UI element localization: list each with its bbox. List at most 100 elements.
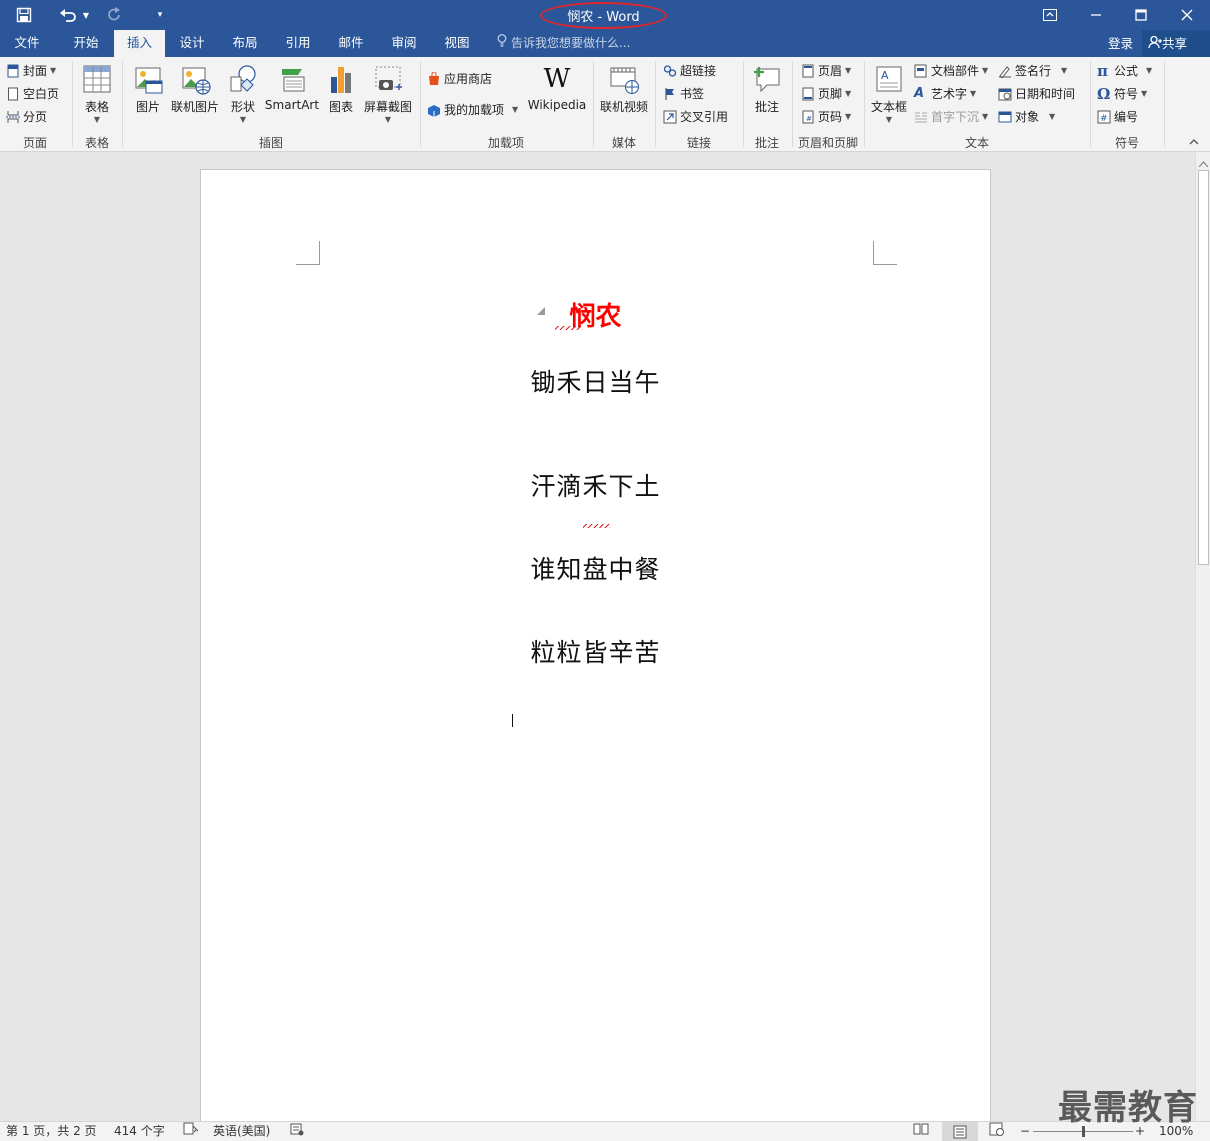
symbol-button[interactable]: Ω 符号 ▼: [1097, 84, 1147, 104]
page-count[interactable]: 第 1 页，共 2 页: [6, 1122, 97, 1141]
online-video-button[interactable]: 联机视频: [598, 63, 650, 115]
group-label-text: 文本: [964, 136, 989, 150]
read-mode-icon[interactable]: [913, 1122, 929, 1141]
page-number-button[interactable]: # 页码 ▼: [801, 107, 851, 127]
online-picture-icon: [179, 63, 211, 95]
undo-icon[interactable]: [55, 0, 81, 30]
cover-page-button[interactable]: 封面 ▼: [6, 61, 56, 81]
textbox-icon: A: [873, 63, 905, 95]
number-button[interactable]: # 编号: [1097, 107, 1138, 127]
comment-icon: [751, 63, 783, 95]
group-label-illustrations: 插图: [258, 136, 283, 150]
redo-icon[interactable]: [103, 0, 127, 30]
document-page[interactable]: 悯农 锄禾日当午 汗滴禾下土 谁知盘中餐 粒粒皆辛苦: [200, 169, 991, 1121]
share-button[interactable]: 共享: [1142, 30, 1210, 57]
ribbon-tab-bar: 文件 开始 插入 设计 布局 引用 邮件 审阅 视图 告诉我您想要做什么... …: [0, 30, 1210, 57]
macro-record-icon[interactable]: [290, 1122, 304, 1141]
footer-icon: [801, 87, 815, 101]
page-break-button[interactable]: 分页: [6, 107, 47, 127]
group-label-media: 媒体: [611, 136, 636, 150]
poem-line-1[interactable]: 锄禾日当午: [201, 363, 990, 399]
signin-link[interactable]: 登录: [1108, 30, 1133, 57]
hyperlink-button[interactable]: 超链接: [663, 61, 716, 81]
equation-button[interactable]: π 公式 ▼: [1097, 61, 1152, 81]
cross-reference-button[interactable]: 交叉引用: [663, 107, 728, 127]
save-icon[interactable]: [10, 0, 38, 30]
drop-cap-button[interactable]: 首字下沉 ▼: [914, 107, 988, 127]
vertical-scrollbar[interactable]: [1195, 152, 1210, 1121]
picture-icon: [132, 63, 164, 95]
textbox-button[interactable]: A 文本框 ▼: [868, 63, 910, 124]
document-heading[interactable]: 悯农: [201, 296, 990, 333]
object-button[interactable]: 对象 ▼: [998, 107, 1055, 127]
wordart-button[interactable]: A 艺术字 ▼: [914, 84, 976, 104]
tab-file[interactable]: 文件: [0, 30, 54, 57]
quick-parts-icon: [914, 64, 928, 78]
store-button[interactable]: 应用商店: [427, 69, 492, 89]
proofing-icon[interactable]: [183, 1122, 199, 1141]
print-layout-icon[interactable]: [942, 1122, 978, 1141]
group-label-addins: 加载项: [487, 136, 524, 150]
share-label: 共享: [1162, 36, 1188, 51]
group-label-symbols: 符号: [1114, 136, 1139, 150]
poem-line-4[interactable]: 粒粒皆辛苦: [201, 633, 990, 669]
ribbon-insert: 封面 ▼ 空白页 分页 页面 表格 ▼ 表格 图片 联机图片 形状 ▼ Smart…: [0, 57, 1210, 152]
tab-layout[interactable]: 布局: [219, 30, 271, 57]
tab-home[interactable]: 开始: [60, 30, 112, 57]
collapse-ribbon-icon[interactable]: [1188, 135, 1204, 149]
new-comment-button[interactable]: 批注: [748, 63, 786, 115]
scroll-up-icon[interactable]: [1198, 156, 1209, 170]
tab-references[interactable]: 引用: [272, 30, 324, 57]
shapes-button[interactable]: 形状 ▼: [224, 63, 262, 124]
footer-button[interactable]: 页脚 ▼: [801, 84, 851, 104]
zoom-out-button[interactable]: −: [1020, 1122, 1030, 1141]
pi-icon: π: [1097, 62, 1108, 80]
my-addins-button[interactable]: 我的加载项 ▼: [427, 100, 518, 120]
window-title-highlight: 悯农 - Word: [540, 2, 667, 29]
calendar-icon: [998, 87, 1012, 101]
tab-design[interactable]: 设计: [166, 30, 218, 57]
tell-me-search[interactable]: 告诉我您想要做什么...: [497, 30, 630, 57]
minimize-icon[interactable]: [1073, 0, 1119, 30]
poem-line-2[interactable]: 汗滴禾下土: [201, 467, 990, 503]
screenshot-button[interactable]: 屏幕截图 ▼: [362, 63, 414, 124]
addins-icon: [427, 103, 441, 117]
number-icon: #: [1097, 110, 1111, 124]
document-area[interactable]: 悯农 锄禾日当午 汗滴禾下土 谁知盘中餐 粒粒皆辛苦: [0, 152, 1195, 1121]
svg-text:A: A: [881, 69, 889, 82]
tab-insert[interactable]: 插入: [114, 30, 165, 57]
signature-line-button[interactable]: 签名行 ▼: [998, 61, 1067, 81]
margin-corner-top-left: [296, 241, 320, 265]
poem-line-3[interactable]: 谁知盘中餐: [201, 550, 990, 586]
header-button[interactable]: 页眉 ▼: [801, 61, 851, 81]
customize-quick-access-icon[interactable]: ▾: [150, 0, 170, 30]
page-number-icon: #: [801, 110, 815, 124]
chart-icon: [325, 63, 357, 95]
tab-review[interactable]: 审阅: [378, 30, 430, 57]
drop-cap-icon: [914, 110, 928, 124]
wikipedia-button[interactable]: W Wikipedia: [527, 63, 587, 112]
chart-button[interactable]: 图表: [324, 63, 358, 115]
pictures-button[interactable]: 图片: [128, 63, 168, 115]
omega-icon: Ω: [1097, 85, 1111, 103]
tab-mailings[interactable]: 邮件: [325, 30, 377, 57]
close-icon[interactable]: [1164, 0, 1210, 30]
web-layout-icon[interactable]: [989, 1122, 1005, 1141]
online-pictures-button[interactable]: 联机图片: [170, 63, 220, 115]
ribbon-display-options-icon[interactable]: [1027, 0, 1073, 30]
bookmark-button[interactable]: 书签: [663, 84, 704, 104]
language-indicator[interactable]: 英语(美国): [213, 1122, 270, 1141]
status-bar: 第 1 页，共 2 页 414 个字 英语(美国) − + 100%: [0, 1121, 1210, 1141]
quick-parts-button[interactable]: 文档部件 ▼: [914, 61, 988, 81]
table-button[interactable]: 表格 ▼: [77, 63, 117, 124]
smartart-button[interactable]: SmartArt: [264, 63, 320, 112]
blank-page-button[interactable]: 空白页: [6, 84, 59, 104]
word-count[interactable]: 414 个字: [114, 1122, 165, 1141]
wikipedia-icon: W: [543, 64, 571, 94]
maximize-icon[interactable]: [1118, 0, 1164, 30]
date-time-button[interactable]: 日期和时间: [998, 84, 1075, 104]
undo-dropdown-icon[interactable]: ▼: [80, 0, 92, 30]
tab-view[interactable]: 视图: [431, 30, 483, 57]
blank-page-icon: [6, 87, 20, 101]
scrollbar-thumb[interactable]: [1198, 170, 1209, 565]
